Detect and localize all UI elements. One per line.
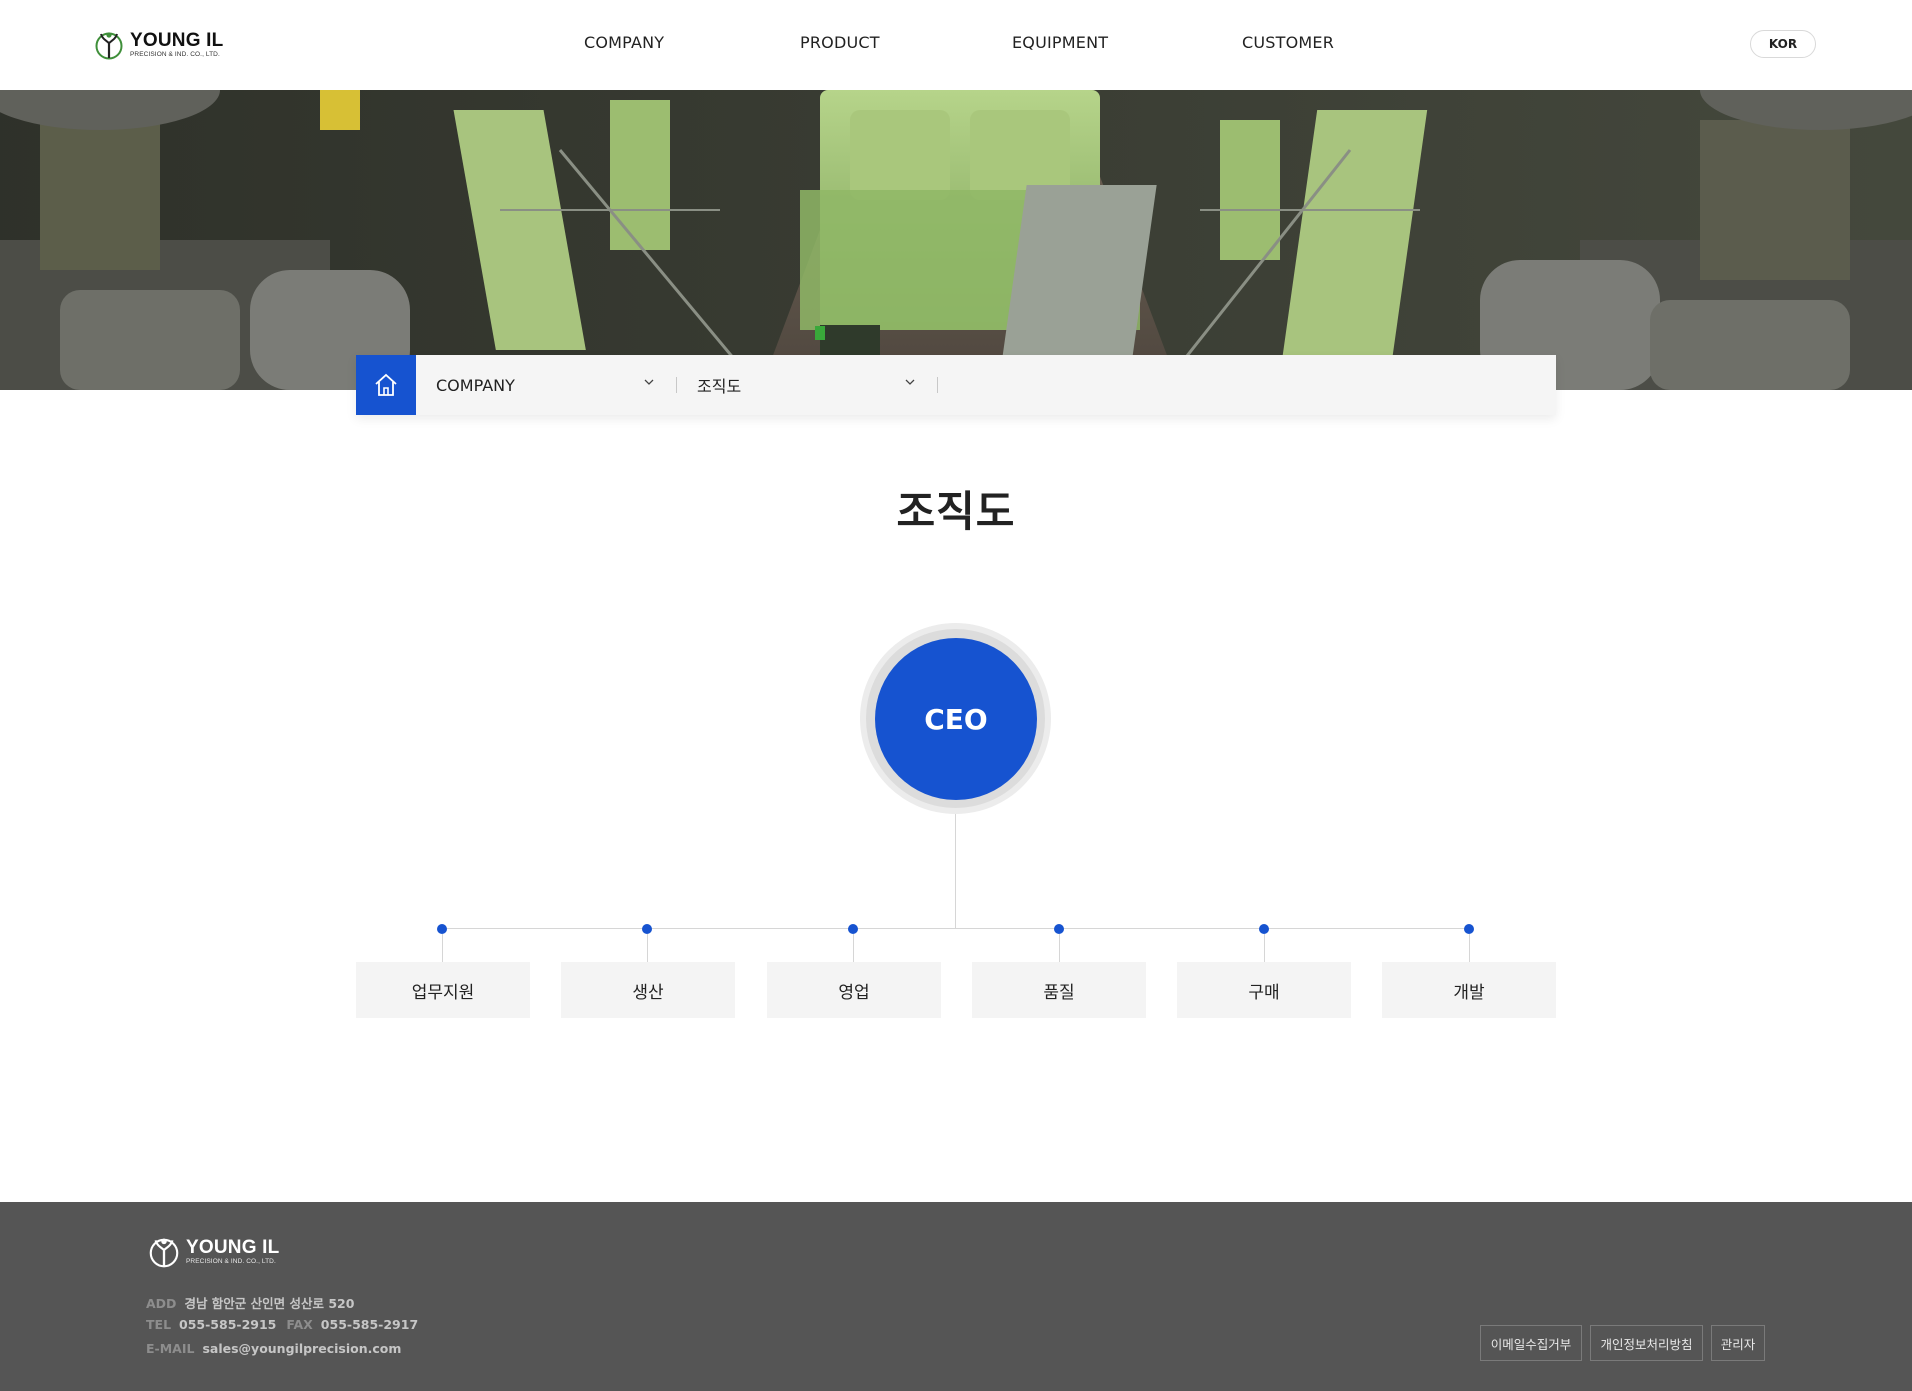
nav-equipment[interactable]: EQUIPMENT [1012,33,1108,52]
tel-label: TEL [146,1317,172,1332]
language-button[interactable]: KOR [1750,30,1816,58]
address-label: ADD [146,1296,177,1311]
nav-company[interactable]: COMPANY [584,33,664,52]
email-value: sales@youngilprecision.com [202,1341,402,1356]
site-logo[interactable]: YOUNG IL PRECISION & IND. CO., LTD. [94,28,223,62]
dept-connector-line [647,934,648,962]
dept-connector-line [1059,934,1060,962]
dept-connector-line [1264,934,1265,962]
dept-node-dot [1259,924,1269,934]
chevron-down-icon [905,379,915,385]
dept-connector-line [442,934,443,962]
dept-sales: 영업 [767,962,941,1018]
tel-value: 055-585-2915 [179,1317,277,1332]
hero-banner-image [0,90,1912,390]
logo-wordmark: YOUNG IL [130,30,224,52]
ceo-node: CEO [875,638,1037,800]
fax-label: FAX [286,1317,313,1332]
footer-logo-wordmark: YOUNG IL [186,1237,280,1259]
home-icon [375,373,397,396]
home-button[interactable] [356,355,416,415]
page-title: 조직도 [896,487,1016,536]
dept-purchasing: 구매 [1177,962,1351,1018]
footer-address: ADD 경남 함안군 산인면 성산로 520 [146,1293,354,1312]
footer-contact: TEL 055-585-2915 FAX 055-585-2917 [146,1317,418,1332]
chevron-down-icon [644,379,654,385]
site-header: YOUNG IL PRECISION & IND. CO., LTD. COMP… [0,0,1912,90]
dept-business-support: 업무지원 [356,962,530,1018]
footer-logo-tagline: PRECISION & IND. CO., LTD. [186,1258,276,1266]
dept-connector-line [853,934,854,962]
breadcrumb-level1-label: COMPANY [436,375,515,395]
nav-customer[interactable]: CUSTOMER [1242,33,1334,52]
logo-tagline: PRECISION & IND. CO., LTD. [130,51,220,59]
footer-email: E-MAIL sales@youngilprecision.com [146,1341,401,1356]
engine-room-illustration [0,90,1912,390]
breadcrumb-level2-select[interactable]: 조직도 [677,355,937,415]
departments-connector-line [442,928,1468,929]
dept-node-dot [1054,924,1064,934]
nav-product[interactable]: PRODUCT [800,33,880,52]
dept-quality: 품질 [972,962,1146,1018]
breadcrumb-level2-label: 조직도 [697,377,742,396]
breadcrumb: COMPANY 조직도 [356,355,1556,415]
dept-node-dot [1464,924,1474,934]
dept-node-dot [642,924,652,934]
dept-node-dot [437,924,447,934]
footer-logo[interactable]: YOUNG IL PRECISION & IND. CO., LTD. [148,1234,279,1270]
breadcrumb-level1-select[interactable]: COMPANY [416,355,676,415]
dept-node-dot [848,924,858,934]
dept-production: 생산 [561,962,735,1018]
logo-emblem-icon [149,1238,179,1268]
dept-connector-line [1469,934,1470,962]
ceo-connector-line [955,814,956,928]
address-value: 경남 함안군 산인면 성산로 520 [184,1296,355,1311]
email-label: E-MAIL [146,1341,195,1356]
dept-development: 개발 [1382,962,1556,1018]
footer-link-admin[interactable]: 관리자 [1711,1325,1765,1361]
fax-value: 055-585-2917 [320,1317,419,1332]
footer-link-email-refusal[interactable]: 이메일수집거부 [1480,1325,1582,1361]
breadcrumb-divider [937,377,938,393]
footer-link-privacy-policy[interactable]: 개인정보처리방침 [1590,1325,1703,1361]
logo-emblem-icon [95,32,123,60]
